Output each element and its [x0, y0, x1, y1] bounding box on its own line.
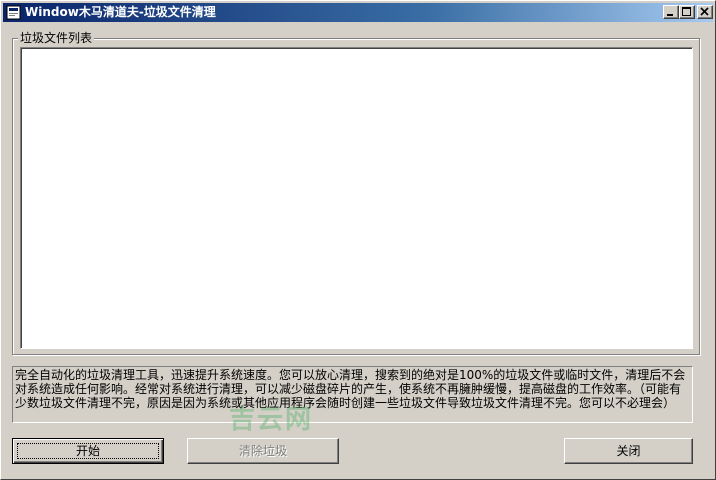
window-title: Window木马清道夫-垃圾文件清理 [25, 5, 216, 19]
groupbox-label: 垃圾文件列表 [18, 31, 95, 45]
close-button[interactable]: 关闭 [564, 438, 693, 464]
title-bar[interactable]: Window木马清道夫-垃圾文件清理 [3, 3, 713, 22]
maximize-icon [682, 7, 691, 16]
clean-junk-button-label: 清除垃圾 [238, 444, 287, 458]
start-button-label: 开始 [75, 444, 100, 458]
close-button-label: 关闭 [616, 444, 641, 458]
clean-junk-button[interactable]: 清除垃圾 [187, 438, 339, 464]
start-button[interactable]: 开始 [12, 438, 164, 464]
close-window-button[interactable] [697, 5, 713, 19]
app-icon [6, 5, 21, 20]
app-window: Window木马清道夫-垃圾文件清理 垃圾文件列表 完全自动化的垃圾清理工具，迅… [0, 0, 716, 480]
minimize-button[interactable] [663, 5, 679, 19]
description-text: 完全自动化的垃圾清理工具，迅速提升系统速度。您可以放心清理，搜索到的绝对是100… [12, 366, 693, 423]
maximize-button[interactable] [679, 5, 695, 19]
junk-file-list[interactable] [20, 47, 693, 349]
minimize-icon [667, 14, 673, 16]
close-icon [700, 7, 709, 16]
